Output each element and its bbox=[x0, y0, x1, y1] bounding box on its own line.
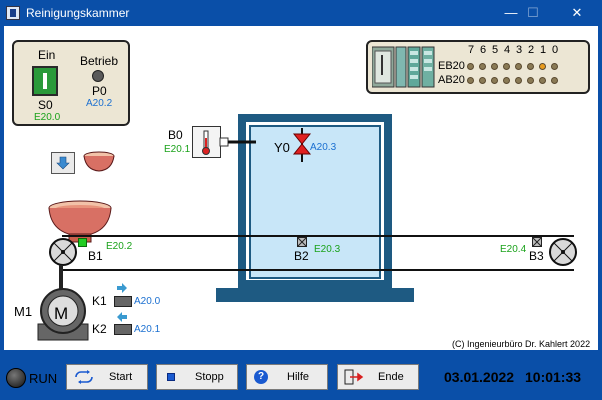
switch-on-icon bbox=[43, 73, 47, 89]
help-label: Hilfe bbox=[287, 371, 310, 383]
start-button[interactable]: Start bbox=[66, 364, 148, 390]
m1-label: M1 bbox=[14, 304, 33, 319]
bit-number: 4 bbox=[504, 44, 511, 56]
eb20-label: EB20 bbox=[438, 60, 465, 72]
bit-number: 7 bbox=[468, 44, 475, 56]
b0-label: B0 bbox=[168, 128, 183, 142]
bit-number: 2 bbox=[528, 44, 535, 56]
k2-contactor-icon bbox=[114, 324, 132, 335]
s0-address: E20.0 bbox=[34, 112, 61, 123]
b1-sensor-icon bbox=[78, 238, 87, 247]
help-icon: ? bbox=[254, 370, 268, 384]
k2-label: K2 bbox=[92, 322, 107, 336]
k1-address: A20.0 bbox=[134, 296, 161, 307]
run-label: RUN bbox=[29, 371, 58, 386]
y0-label: Y0 bbox=[274, 140, 290, 155]
io-panel: 76543210 EB20 AB20 bbox=[366, 40, 590, 94]
b2-sensor-icon bbox=[297, 237, 307, 247]
stop-button[interactable]: Stopp bbox=[156, 364, 238, 390]
b3-sensor-icon bbox=[532, 237, 542, 247]
switch-panel: Ein S0 E20.0 Betrieb P0 A20.2 bbox=[12, 40, 130, 126]
ab20-bit-1-led-icon bbox=[539, 77, 546, 84]
ab20-bit-6-led-icon bbox=[479, 77, 486, 84]
cycle-icon bbox=[75, 370, 93, 384]
s0-switch[interactable] bbox=[32, 66, 58, 96]
b3-label: B3 bbox=[529, 249, 544, 263]
motor-symbol: M bbox=[54, 304, 69, 323]
date-display: 03.01.2022 bbox=[444, 369, 515, 385]
close-button[interactable]: ✕ bbox=[554, 0, 600, 26]
ab20-bit-3-led-icon bbox=[515, 77, 522, 84]
eb20-bit-0-led-icon bbox=[551, 63, 558, 70]
k1-label: K1 bbox=[92, 294, 107, 308]
left-roller-icon bbox=[49, 238, 77, 266]
process-canvas: Ein S0 E20.0 Betrieb P0 A20.2 76543210 E… bbox=[4, 26, 598, 350]
end-label: Ende bbox=[378, 371, 404, 383]
bit-number: 1 bbox=[540, 44, 547, 56]
b2-address: E20.3 bbox=[314, 244, 341, 255]
maximize-button[interactable]: ☐ bbox=[510, 0, 556, 26]
bit-number: 0 bbox=[552, 44, 559, 56]
help-button[interactable]: ? Hilfe bbox=[246, 364, 328, 390]
ab20-bit-5-led-icon bbox=[491, 77, 498, 84]
right-roller-icon bbox=[549, 238, 577, 266]
feed-button[interactable] bbox=[51, 152, 75, 174]
arrow-right-icon bbox=[117, 283, 127, 293]
ab20-bit-0-led-icon bbox=[551, 77, 558, 84]
time-display: 10:01:33 bbox=[525, 369, 582, 385]
valve-icon bbox=[292, 128, 312, 162]
title-bar: Reinigungskammer — ☐ ✕ bbox=[0, 0, 602, 26]
eb20-bit-1-led-icon bbox=[539, 63, 546, 70]
ab20-bit-7-led-icon bbox=[467, 77, 474, 84]
exit-icon bbox=[344, 369, 364, 385]
ab20-bit-2-led-icon bbox=[527, 77, 534, 84]
p0-lamp-icon bbox=[92, 70, 104, 82]
bit-number: 5 bbox=[492, 44, 499, 56]
bottom-toolbar: RUN Start Stopp ? Hilfe Ende 03.01.2022 … bbox=[0, 350, 602, 400]
bit-number: 6 bbox=[480, 44, 487, 56]
eb20-bit-5-led-icon bbox=[491, 63, 498, 70]
eb20-bit-4-led-icon bbox=[503, 63, 510, 70]
stop-label: Stopp bbox=[195, 371, 224, 383]
window-title: Reinigungskammer bbox=[26, 6, 130, 20]
run-indicator-icon bbox=[6, 368, 26, 388]
eb20-bit-2-led-icon bbox=[527, 63, 534, 70]
eb20-bit-3-led-icon bbox=[515, 63, 522, 70]
ab20-label: AB20 bbox=[438, 74, 465, 86]
b3-address: E20.4 bbox=[500, 244, 527, 255]
k2-address: A20.1 bbox=[134, 324, 161, 335]
y0-address: A20.3 bbox=[310, 142, 337, 153]
eb20-bit-6-led-icon bbox=[479, 63, 486, 70]
stop-icon bbox=[167, 373, 175, 381]
s0-label: S0 bbox=[38, 98, 53, 112]
b1-label: B1 bbox=[88, 249, 103, 263]
b0-address: E20.1 bbox=[164, 144, 191, 155]
ab20-bit-4-led-icon bbox=[503, 77, 510, 84]
plc-module-icon bbox=[372, 46, 435, 88]
bit-number: 3 bbox=[516, 44, 523, 56]
copyright-text: (C) Ingenieurbüro Dr. Kahlert 2022 bbox=[452, 339, 591, 349]
bowl-supply-icon bbox=[83, 151, 115, 172]
p0-label: P0 bbox=[92, 84, 107, 98]
thermometer-icon bbox=[192, 126, 256, 158]
b1-address: E20.2 bbox=[106, 241, 133, 252]
p0-address: A20.2 bbox=[86, 98, 113, 109]
k1-contactor-icon bbox=[114, 296, 132, 307]
arrow-left-icon bbox=[117, 312, 127, 322]
b2-label: B2 bbox=[294, 249, 309, 263]
arrow-down-icon bbox=[56, 156, 70, 170]
ein-label: Ein bbox=[38, 48, 56, 62]
betrieb-label: Betrieb bbox=[80, 54, 119, 68]
eb20-bit-7-led-icon bbox=[467, 63, 474, 70]
app-icon bbox=[6, 6, 20, 20]
start-label: Start bbox=[109, 371, 133, 383]
end-button[interactable]: Ende bbox=[337, 364, 419, 390]
